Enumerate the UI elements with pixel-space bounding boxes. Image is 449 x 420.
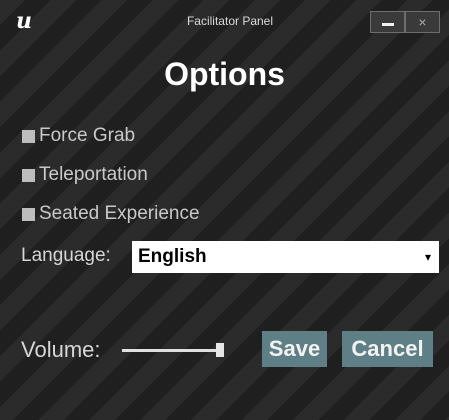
teleportation-option[interactable]: Teleportation: [22, 163, 148, 187]
title-bar[interactable]: u Facilitator Panel ×: [0, 0, 449, 46]
minimize-button[interactable]: [370, 11, 405, 33]
facilitator-panel-window: u Facilitator Panel × Options Force Grab…: [0, 0, 449, 420]
language-selected-value: English: [138, 246, 207, 267]
seated-experience-label: Seated Experience: [39, 203, 200, 224]
seated-experience-option[interactable]: Seated Experience: [22, 202, 200, 226]
teleportation-checkbox[interactable]: [22, 168, 35, 182]
page-title: Options: [164, 56, 285, 92]
unreal-engine-logo: u: [16, 8, 32, 34]
language-dropdown[interactable]: English ▾: [132, 241, 439, 273]
window-title: Facilitator Panel: [186, 14, 274, 28]
window-controls: ×: [370, 11, 440, 33]
close-icon: ×: [418, 14, 427, 30]
minimize-icon: [381, 22, 394, 26]
force-grab-option[interactable]: Force Grab: [22, 124, 135, 148]
volume-slider[interactable]: [122, 343, 226, 357]
cancel-button[interactable]: Cancel: [342, 331, 433, 367]
volume-slider-track[interactable]: [122, 349, 216, 352]
chevron-down-icon: ▾: [424, 250, 431, 264]
close-button[interactable]: ×: [405, 11, 440, 33]
language-label: Language:: [21, 245, 111, 266]
volume-label: Volume:: [21, 337, 101, 362]
force-grab-label: Force Grab: [39, 125, 136, 146]
volume-slider-thumb[interactable]: [216, 343, 224, 357]
save-button[interactable]: Save: [262, 331, 327, 367]
teleportation-label: Teleportation: [39, 164, 148, 185]
seated-experience-checkbox[interactable]: [22, 207, 35, 221]
force-grab-checkbox[interactable]: [22, 129, 35, 143]
